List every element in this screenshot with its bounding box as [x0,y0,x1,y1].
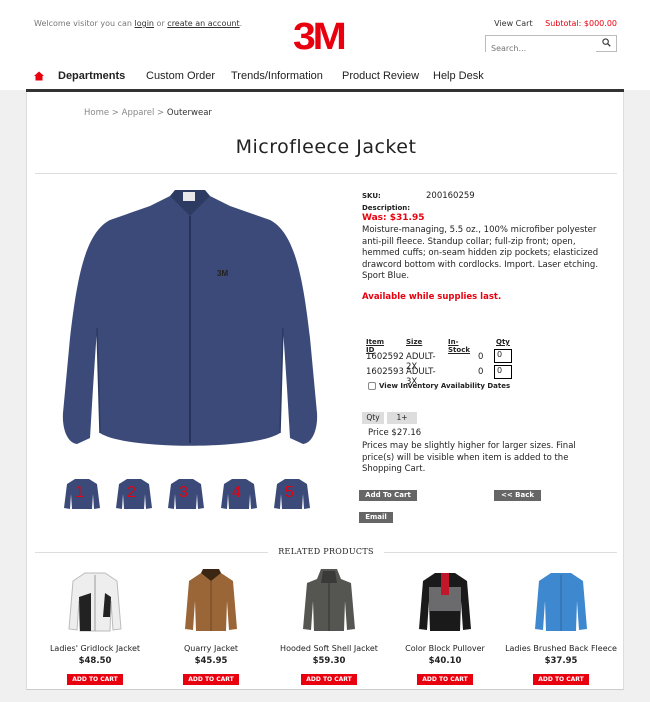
breadcrumb-separator: > [154,108,167,118]
related-product-name[interactable]: Hooded Soft Shell Jacket [269,644,389,653]
thumbnail-number: 3 [179,484,188,501]
brand-logo[interactable]: 3M [293,18,347,56]
thumbnail-2[interactable]: 2 [115,476,153,512]
main-nav: Departments Custom Order Trends/Informat… [26,67,624,91]
thumbnail-strip: 1 2 3 4 5 [63,476,323,512]
svg-text:3M: 3M [217,269,228,278]
thumbnail-4[interactable]: 4 [220,476,258,512]
related-product-name[interactable]: Ladies' Gridlock Jacket [35,644,155,653]
login-link[interactable]: login [135,19,155,28]
search-icon[interactable] [602,38,611,47]
sku-value: 200160259 [426,191,475,201]
back-button[interactable]: << Back [494,490,541,501]
view-cart-link[interactable]: View Cart [494,19,532,28]
related-products-title: RELATED PRODUCTS [268,547,384,556]
related-add-to-cart-button[interactable]: ADD TO CART [183,674,239,685]
related-product-1[interactable]: Ladies' Gridlock Jacket $48.50 ADD TO CA… [35,567,155,685]
nav-product-review[interactable]: Product Review [342,70,419,82]
related-add-to-cart-button[interactable]: ADD TO CART [67,674,123,685]
cart-summary: View Cart Subtotal: $000.00 [494,19,617,28]
row2-item-id: 1602593 [366,367,404,377]
related-add-to-cart-button[interactable]: ADD TO CART [533,674,589,685]
product-image: 3M [62,190,318,446]
related-product-price: $37.95 [544,656,578,666]
related-add-to-cart-button[interactable]: ADD TO CART [301,674,357,685]
related-product-name[interactable]: Quarry Jacket [151,644,271,653]
create-account-link[interactable]: create an account [167,19,239,28]
description-label: Description: [362,204,411,212]
title-divider [35,173,617,174]
related-product-price: $40.10 [428,656,462,666]
breadcrumb-separator: > [109,108,122,118]
related-product-price: $48.50 [78,656,112,666]
search-input[interactable] [486,41,596,56]
related-product-image[interactable] [299,567,359,635]
product-page: Home > Apparel > Outerwear Microfleece J… [26,92,624,690]
add-to-cart-button[interactable]: Add To Cart [359,490,417,501]
row1-stock: 0 [478,352,484,362]
period-text: . [239,19,243,28]
col-size: Size [406,338,423,346]
availability-notice: Available while supplies last. [362,292,502,302]
related-products-heading: RELATED PRODUCTS [27,547,625,556]
breadcrumb: Home > Apparel > Outerwear [84,108,212,118]
cart-subtotal: Subtotal: $000.00 [545,19,617,28]
breadcrumb-home[interactable]: Home [84,108,109,118]
nav-departments[interactable]: Departments [58,70,125,82]
qty-label: Qty [362,412,384,424]
related-product-3[interactable]: Hooded Soft Shell Jacket $59.30 ADD TO C… [269,567,389,685]
row2-qty-input[interactable]: 0 [494,365,512,379]
thumbnail-number: 1 [75,484,84,501]
thumbnail-number: 4 [232,484,241,501]
view-inventory-dates-label: View Inventory Availability Dates [379,382,511,390]
breadcrumb-apparel[interactable]: Apparel [122,108,155,118]
view-inventory-dates[interactable]: View Inventory Availability Dates [368,382,510,390]
nav-custom-order[interactable]: Custom Order [146,70,215,82]
thumbnail-3[interactable]: 3 [167,476,205,512]
thumbnail-number: 5 [285,484,294,501]
welcome-message: Welcome visitor you can login or create … [34,19,242,28]
row2-stock: 0 [478,367,484,377]
row1-qty-input[interactable]: 0 [494,349,512,363]
email-button[interactable]: Email [359,512,393,523]
related-product-4[interactable]: Color Block Pullover $40.10 ADD TO CART [385,567,505,685]
or-text: or [154,19,168,28]
thumbnail-5[interactable]: 5 [273,476,311,512]
related-add-to-cart-button[interactable]: ADD TO CART [417,674,473,685]
sku-label: SKU: [362,192,381,200]
related-product-image[interactable] [531,567,591,635]
row1-item-id: 1602592 [366,352,404,362]
related-product-image[interactable] [65,567,125,635]
related-product-5[interactable]: Ladies Brushed Back Fleece $37.95 ADD TO… [501,567,621,685]
page-title: Microfleece Jacket [235,136,417,158]
nav-help-desk[interactable]: Help Desk [433,70,484,82]
related-product-image[interactable] [415,567,475,635]
product-description: Moisture-managing, 5.5 oz., 100% microfi… [362,225,599,281]
checkbox-icon[interactable] [368,382,376,390]
search-box [485,35,617,56]
related-product-name[interactable]: Color Block Pullover [385,644,505,653]
related-product-price: $59.30 [312,656,346,666]
welcome-text: Welcome visitor you can [34,19,135,28]
unit-price: Price $27.16 [368,428,422,438]
breadcrumb-current: Outerwear [166,108,212,118]
related-product-image[interactable] [181,567,241,635]
price-note: Prices may be slightly higher for larger… [362,441,576,474]
thumbnail-1[interactable]: 1 [63,476,101,512]
home-icon[interactable] [34,71,44,81]
col-qty: Qty [496,338,510,346]
qty-break: 1+ [387,412,417,424]
nav-trends-information[interactable]: Trends/Information [231,70,323,82]
related-product-2[interactable]: Quarry Jacket $45.95 ADD TO CART [151,567,271,685]
col-in-stock: In-Stock [448,338,471,354]
thumbnail-number: 2 [127,484,136,501]
was-price: Was: $31.95 [362,213,425,223]
related-product-price: $45.95 [194,656,228,666]
related-product-name[interactable]: Ladies Brushed Back Fleece [501,644,621,653]
